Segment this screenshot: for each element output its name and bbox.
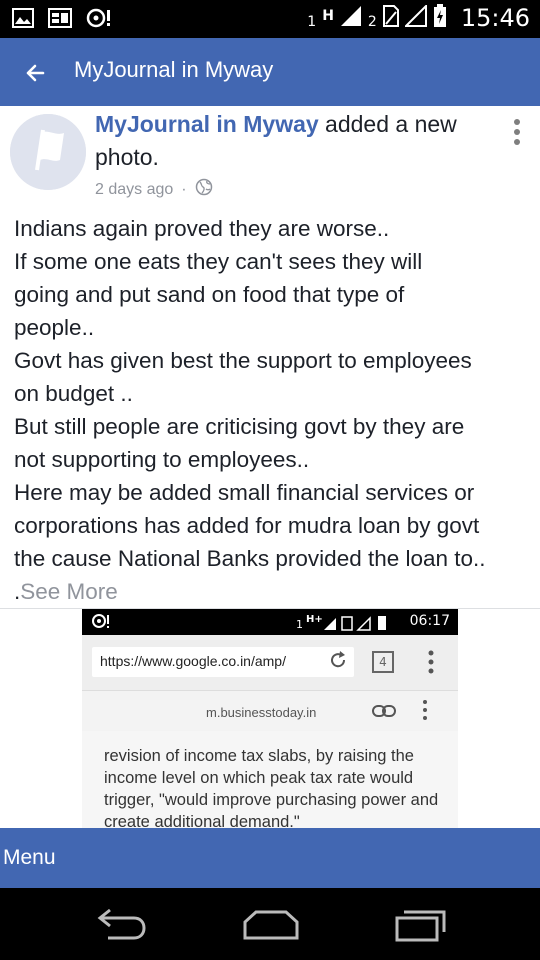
post-line-last: .See More [14, 575, 534, 608]
photo-tabs-icon: 4 [372, 651, 394, 673]
back-arrow-icon [26, 64, 45, 82]
post-line: the cause National Banks provided the lo… [14, 546, 486, 571]
app-bar: MyJournal in Myway [0, 38, 540, 108]
post-line: If some one eats they can't sees they wi… [14, 249, 423, 274]
nav-home-button[interactable] [242, 904, 300, 948]
post-line: But still people are criticising govt by… [14, 414, 465, 439]
photo-location-icon [92, 613, 110, 633]
more-vertical-icon [514, 119, 520, 145]
post-line: Indians again proved they are worse.. [14, 216, 390, 241]
photo-article-text: revision of income tax slabs, by raising… [104, 747, 439, 828]
nav-recents-icon [395, 910, 446, 942]
page-name-link[interactable]: MyJournal in Myway [95, 111, 319, 137]
nav-back-icon [97, 908, 146, 940]
post-photo-container: 1 H+ 06:17 https://www.google.co.in/amp/ … [0, 608, 540, 828]
network-type-label: H [322, 8, 334, 24]
post-line: corporations has added for mudra loan by… [14, 513, 480, 538]
nav-home-icon [243, 910, 299, 940]
signal-empty-icon [403, 3, 427, 31]
photo-browser-toolbar: https://www.google.co.in/amp/ 4 [82, 635, 458, 691]
signal-icon [340, 5, 362, 31]
status-bar: 1 H 2 15:46 [0, 0, 540, 38]
photo-link-icon [372, 703, 396, 722]
nav-recents-button[interactable] [394, 904, 450, 948]
see-more-link[interactable]: See More [20, 579, 118, 604]
svg-text:H+: H+ [306, 614, 323, 625]
gallery-notification-icon [48, 8, 72, 32]
photo-status-icons: 1 H+ [296, 612, 400, 636]
navigation-bar [0, 888, 540, 960]
page-title: MyJournal in Myway [74, 57, 274, 82]
post-line: Here may be added small financial servic… [14, 480, 475, 505]
photo-url-field: https://www.google.co.in/amp/ [92, 647, 354, 677]
post-body: Indians again proved they are worse.. If… [14, 212, 534, 608]
post-meta: 2 days ago · [95, 178, 213, 201]
back-button[interactable] [14, 58, 54, 88]
battery-icon [433, 4, 447, 32]
sim1-label: 1 [307, 14, 317, 30]
menu-label[interactable]: Menu [3, 846, 56, 870]
post-line: Govt has given best the support to emplo… [14, 348, 472, 373]
location-notification-icon [86, 8, 112, 32]
image-notification-icon [12, 8, 34, 32]
photo-menu-icon [428, 649, 434, 675]
no-sim-icon [382, 5, 399, 31]
photo-overflow-icon [422, 699, 428, 721]
photo-amp-header: m.businesstoday.in [82, 691, 458, 731]
photo-domain-label: m.businesstoday.in [206, 705, 317, 720]
meta-separator: · [181, 180, 187, 198]
post-timestamp[interactable]: 2 days ago [95, 181, 173, 199]
menu-bar[interactable]: Menu [0, 828, 540, 888]
post-line: on budget .. [14, 381, 133, 406]
post-photo[interactable]: 1 H+ 06:17 https://www.google.co.in/amp/ … [82, 609, 458, 828]
sim2-label: 2 [367, 14, 377, 30]
post-card: MyJournal in Myway added a new photo. 2 … [0, 106, 540, 828]
svg-text:1: 1 [296, 618, 303, 631]
post-options-button[interactable] [508, 116, 526, 150]
nav-back-button[interactable] [92, 904, 148, 948]
photo-reload-icon [328, 650, 348, 675]
globe-icon [195, 178, 213, 201]
clock: 15:46 [460, 4, 530, 32]
photo-clock: 06:17 [409, 613, 450, 629]
post-header: MyJournal in Myway added a new photo. [95, 108, 495, 174]
flag-icon [10, 114, 86, 190]
photo-status-bar: 1 H+ 06:17 [82, 609, 458, 635]
post-line: not supporting to employees.. [14, 447, 310, 472]
post-line: people.. [14, 315, 95, 340]
post-line: going and put sand on food that type of [14, 282, 405, 307]
page-avatar[interactable] [10, 114, 86, 190]
